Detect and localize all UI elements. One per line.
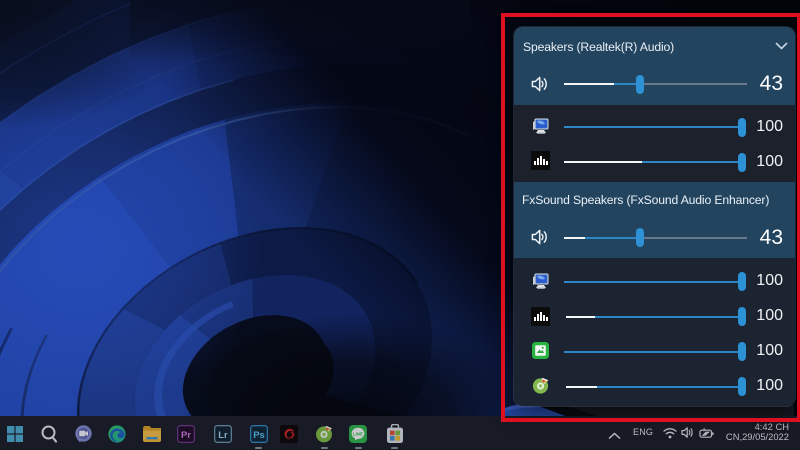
svg-text:Lr: Lr xyxy=(218,430,228,441)
svg-text:Ps: Ps xyxy=(253,430,265,441)
svg-text:Pr: Pr xyxy=(181,430,191,441)
svg-text:LINE: LINE xyxy=(353,431,363,436)
